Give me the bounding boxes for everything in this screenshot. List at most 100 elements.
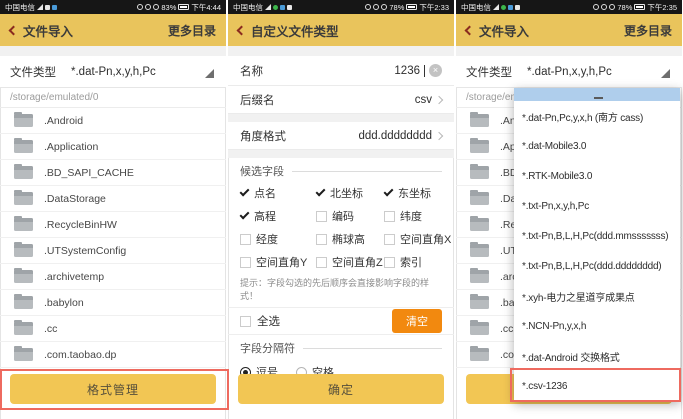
file-type-selector[interactable]: 文件类型 *.dat-Pn,x,y,h,Pc <box>456 56 682 88</box>
folder-icon <box>14 270 33 283</box>
suffix-value: csv <box>415 94 432 106</box>
confirm-button[interactable]: 确定 <box>238 374 444 404</box>
back-chevron-icon <box>465 25 475 35</box>
back-chevron-icon <box>237 25 247 35</box>
section-gap <box>228 150 454 158</box>
checkbox-label: 椭球高 <box>332 231 365 247</box>
dropdown-item[interactable]: *.dat-Mobile3.0 <box>514 131 680 161</box>
folder-icon <box>470 244 489 257</box>
checkmark-icon <box>316 187 326 197</box>
dropdown-item[interactable]: *.NCN-Pn,y,x,h <box>514 311 680 341</box>
field-checkbox[interactable]: 经度 <box>240 231 316 247</box>
dropdown-item[interactable]: *.dat-Pn,Pc,y,x,h (南方 cass) <box>514 101 680 131</box>
field-checkbox[interactable]: 空间直角Z <box>316 254 384 270</box>
folder-row[interactable]: .com.taobao.dp <box>0 342 226 368</box>
checkbox-label: 北坐标 <box>330 185 363 201</box>
nav-title: 自定义文件类型 <box>251 21 339 40</box>
checkbox-label: 编码 <box>332 208 354 224</box>
dropdown-item[interactable]: *.dat-Android 交换格式 <box>514 341 680 371</box>
field-checkbox[interactable]: 点名 <box>240 185 316 201</box>
checkbox-label: 纬度 <box>400 208 422 224</box>
folder-row[interactable]: .UTSystemConfig <box>0 238 226 264</box>
battery-level: 78% <box>389 3 404 12</box>
file-type-label: 文件类型 <box>10 64 56 80</box>
app-notification-icon <box>280 5 285 10</box>
dropdown-item[interactable]: *.RTK-Mobile3.0 <box>514 161 680 191</box>
angle-format-value: ddd.dddddddd <box>358 130 432 142</box>
eye-comfort-icon <box>593 4 599 10</box>
dropdown-item[interactable]: *.txt-Pn,B,L,H,Pc(ddd.dddddddd) <box>514 251 680 281</box>
dropdown-selected-item-partial[interactable] <box>514 88 680 101</box>
candidate-fields-section: 候选字段 点名 北坐标 东坐标 <box>228 158 454 273</box>
angle-format-row[interactable]: 角度格式 ddd.dddddddd <box>228 122 454 150</box>
folder-row[interactable]: .Android <box>0 108 226 134</box>
signal-icon <box>265 4 271 10</box>
dropdown-triangle-icon <box>205 69 214 78</box>
clear-text-icon[interactable] <box>429 64 442 77</box>
section-gap <box>228 114 454 122</box>
file-type-label: 文件类型 <box>466 64 512 80</box>
folder-row[interactable]: .cc <box>0 316 226 342</box>
field-checkbox[interactable]: 高程 <box>240 208 316 224</box>
battery-icon <box>634 4 645 10</box>
folder-icon <box>14 166 33 179</box>
field-checkbox[interactable]: 编码 <box>316 208 384 224</box>
field-checkbox[interactable]: 北坐标 <box>316 185 384 201</box>
dropdown-item[interactable]: *.xyh-电力之星道亨成果点 <box>514 281 680 311</box>
folder-icon <box>470 322 489 335</box>
suffix-field-row[interactable]: 后缀名 csv <box>228 86 454 114</box>
folder-row[interactable]: .Application <box>0 134 226 160</box>
checkbox-box-icon <box>384 257 395 268</box>
carrier-label: 中国电信 <box>461 2 491 13</box>
folder-row[interactable]: .archivetemp <box>0 264 226 290</box>
field-checkbox[interactable]: 纬度 <box>384 208 451 224</box>
checkbox-label: 空间直角X <box>400 231 451 247</box>
dropdown-item[interactable]: *.txt-Pn,B,L,H,Pc(ddd.mmsssssss) <box>514 221 680 251</box>
folder-icon <box>14 322 33 335</box>
folder-row[interactable]: .babylon <box>0 290 226 316</box>
back-button[interactable]: 自定义文件类型 <box>238 21 339 40</box>
field-checkbox[interactable]: 空间直角Y <box>240 254 316 270</box>
folder-icon <box>470 270 489 283</box>
text-cursor <box>424 65 425 77</box>
field-checkbox[interactable]: 空间直角X <box>384 231 451 247</box>
folder-name: .archivetemp <box>44 271 104 283</box>
section-gap <box>0 46 226 56</box>
mute-icon <box>609 4 615 10</box>
folder-row[interactable]: .BD_SAPI_CACHE <box>0 160 226 186</box>
back-button[interactable]: 文件导入 <box>10 21 73 40</box>
folder-row[interactable]: .RecycleBinHW <box>0 212 226 238</box>
dropdown-item[interactable]: *.txt-Pn,x,y,h,Pc <box>514 191 680 221</box>
folder-icon <box>470 348 489 361</box>
folder-icon <box>14 244 33 257</box>
checkbox-box-icon <box>384 211 395 222</box>
field-checkbox[interactable]: 东坐标 <box>384 185 451 201</box>
back-button[interactable]: 文件导入 <box>466 21 529 40</box>
clear-fields-button[interactable]: 清空 <box>392 309 442 333</box>
field-checkbox[interactable]: 索引 <box>384 254 451 270</box>
name-label: 名称 <box>240 63 263 79</box>
signal-icon <box>493 4 499 10</box>
battery-level: 83% <box>161 3 176 12</box>
select-all-checkbox[interactable]: 全选 <box>240 313 280 329</box>
battery-level: 78% <box>617 3 632 12</box>
field-checkbox[interactable]: 椭球高 <box>316 231 384 247</box>
folder-name: .cc <box>500 323 513 335</box>
carrier-label: 中国电信 <box>5 2 35 13</box>
more-directories-button[interactable]: 更多目录 <box>624 22 672 39</box>
order-hint-text: 提示：字段勾选的先后顺序会直接影响字段的样式！ <box>228 273 454 307</box>
dropdown-item-list: *.dat-Pn,Pc,y,x,h (南方 cass)*.dat-Mobile3… <box>514 101 680 401</box>
folder-row[interactable]: .DataStorage <box>0 186 226 212</box>
checkbox-box-icon <box>240 257 251 268</box>
checkbox-label: 索引 <box>400 254 422 270</box>
checkmark-icon <box>240 187 250 197</box>
mute-icon <box>381 4 387 10</box>
name-input[interactable]: 1236 <box>394 65 420 77</box>
triptych-screenshots: 中国电信 83% 下午4:44 文件导入 更多目录 文件类型 <box>0 0 683 419</box>
folder-list: .Android .Application .BD_SAPI_CACHE .Da… <box>0 108 226 368</box>
file-type-selector[interactable]: 文件类型 *.dat-Pn,x,y,h,Pc <box>0 56 226 88</box>
checkbox-label: 东坐标 <box>398 185 431 201</box>
annotation-red-box <box>0 369 229 410</box>
eye-comfort-icon <box>137 4 143 10</box>
more-directories-button[interactable]: 更多目录 <box>168 22 216 39</box>
